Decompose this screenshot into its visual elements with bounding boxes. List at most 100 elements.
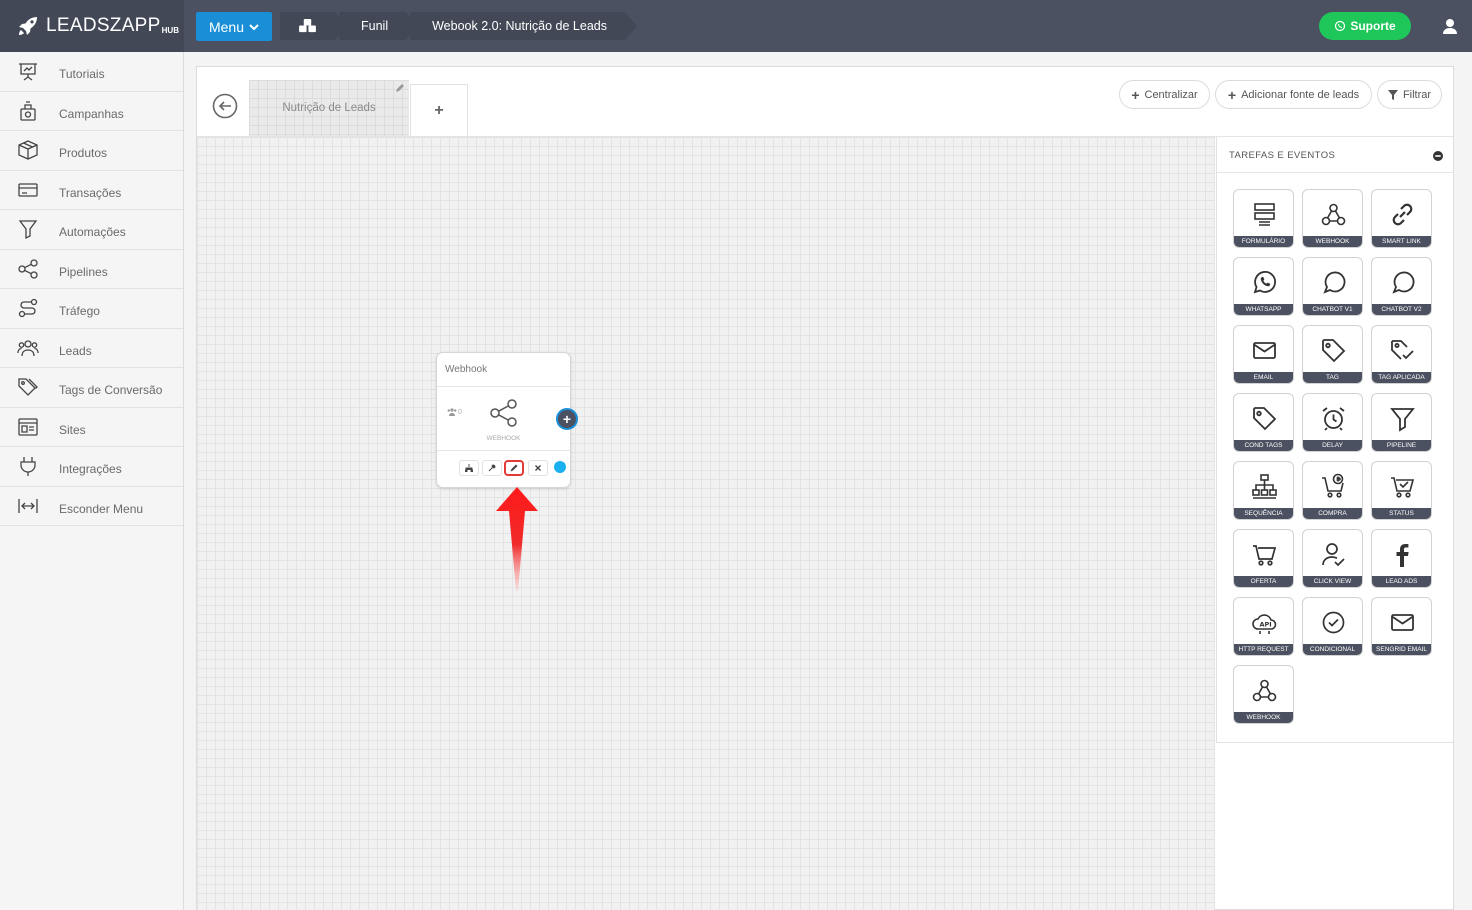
node-actions [437,450,570,487]
sidebar-item-integracoes[interactable]: Integrações [0,447,183,487]
task-status[interactable]: STATUS [1371,461,1432,520]
task-label: TAG APLICADA [1372,372,1431,383]
support-button[interactable]: Suporte [1319,12,1411,40]
task-label: WEBHOOK [1303,236,1362,247]
funnel-toolbar: Nutrição de Leads + + Centralizar + Adic… [197,67,1453,137]
task-label: TAG [1303,372,1362,383]
task-oferta[interactable]: OFERTA [1233,529,1294,588]
filter-button[interactable]: Filtrar [1377,80,1442,109]
breadcrumb-current[interactable]: Webook 2.0: Nutrição de Leads [410,12,637,40]
node-settings-button[interactable] [482,460,502,476]
tag-icon [1322,339,1346,363]
task-delay[interactable]: DELAY [1302,393,1363,452]
breadcrumb-funnel[interactable]: Funil [339,12,419,40]
sidebar-item-campanhas[interactable]: Campanhas [0,92,183,131]
webhook-icon [1321,203,1346,226]
task-webhook-2[interactable]: WEBHOOK [1233,665,1294,724]
sidebar-item-label: Integrações [59,462,122,477]
task-tag[interactable]: TAG [1302,325,1363,384]
pencil-icon [510,464,518,472]
sidebar-item-label: Pipelines [59,264,108,279]
task-click-view[interactable]: CLICK VIEW [1302,529,1363,588]
sidebar-item-trafego[interactable]: Tráfego [0,289,183,329]
funnel-icon [1390,408,1415,432]
node-status-indicator [554,461,566,473]
task-label: PIPELINE [1372,440,1431,451]
svg-text:API: API [1260,621,1272,629]
users-icon [447,408,457,416]
sidebar-item-tags-de-conversao[interactable]: Tags de Conversão [0,368,183,408]
user-icon[interactable] [1442,18,1458,34]
task-label: SMART LINK [1372,236,1431,247]
task-http-request[interactable]: API HTTP REQUEST [1233,597,1294,656]
task-label: HTTP REQUEST [1234,644,1293,655]
sidebar-item-automacoes[interactable]: Automações [0,210,183,250]
add-tab-button[interactable]: + [410,84,468,136]
task-condicional[interactable]: CONDICIONAL [1302,597,1363,656]
add-connection-button[interactable]: + [556,408,578,430]
task-compra[interactable]: COMPRA [1302,461,1363,520]
funnel-editor: Nutrição de Leads + + Centralizar + Adic… [196,66,1454,910]
pencil-icon[interactable] [395,83,405,93]
task-pipeline[interactable]: PIPELINE [1371,393,1432,452]
sidebar-item-pipelines[interactable]: Pipelines [0,250,183,289]
task-tag-aplicada[interactable]: TAG APLICADA [1371,325,1432,384]
task-chatbot-v1[interactable]: CHATBOT V1 [1302,257,1363,316]
task-label: OFERTA [1234,576,1293,587]
share-icon [18,259,38,279]
sidebar-item-produtos[interactable]: Produtos [0,131,183,171]
plug-icon [20,457,36,477]
webhook-node[interactable]: Webhook 0 WEBHOOK + [436,352,578,488]
brand-name: LEADSZAPP [46,15,161,36]
task-webhook[interactable]: WEBHOOK [1302,189,1363,248]
node-stats-button[interactable] [459,460,479,476]
center-button[interactable]: + Centralizar [1119,80,1210,109]
sidebar-item-leads[interactable]: Leads [0,329,183,368]
support-label: Suporte [1350,19,1396,33]
task-label: WEBHOOK [1234,712,1293,723]
sitemap-icon [465,464,473,472]
task-whatsapp[interactable]: WHATSAPP [1233,257,1294,316]
tab-nutricao-de-leads[interactable]: Nutrição de Leads [249,80,409,136]
sidebar-item-label: Leads [59,343,92,358]
brand-suffix: HUB [161,26,179,35]
task-chatbot-v2[interactable]: CHATBOT V2 [1371,257,1432,316]
sidebar-item-sites[interactable]: Sites [0,408,183,447]
sidebar-item-esconder-menu[interactable]: Esconder Menu [0,487,183,526]
brand-logo[interactable]: LEADSZAPP HUB [0,0,184,52]
task-sequencia[interactable]: SEQUÊNCIA [1233,461,1294,520]
sidebar-item-label: Automações [59,225,126,240]
link-icon [1392,203,1413,226]
chat-bubble-icon [1392,271,1415,294]
sidebar-item-tutoriais[interactable]: Tutoriais [0,52,183,92]
task-formulario[interactable]: FORMULÁRIO [1233,189,1294,248]
task-label: COND TAGS [1234,440,1293,451]
menu-button-label: Menu [208,18,245,35]
task-smart-link[interactable]: SMART LINK [1371,189,1432,248]
breadcrumb-home[interactable] [280,12,347,40]
form-icon [1254,203,1275,226]
node-edit-button[interactable] [504,460,524,476]
facebook-icon [1396,544,1409,567]
back-arrow-icon[interactable] [212,93,238,119]
campaign-icon [20,101,36,121]
flow-canvas[interactable]: Webhook 0 WEBHOOK + [197,137,1215,910]
tag-icon [1253,407,1277,431]
filter-icon [1387,89,1398,100]
sitemap-icon [1252,474,1277,499]
task-sendgrid-email[interactable]: SENGRID EMAIL [1371,597,1432,656]
add-lead-source-button[interactable]: + Adicionar fonte de leads [1215,80,1372,109]
sidebar-item-label: Transações [59,185,122,200]
tasks-divider [1217,172,1454,173]
task-cond-tags[interactable]: COND TAGS [1233,393,1294,452]
sidebar-item-transacoes[interactable]: Transações [0,171,183,210]
task-email[interactable]: EMAIL [1233,325,1294,384]
close-icon [535,465,541,471]
minus-circle-icon[interactable] [1433,151,1443,161]
task-label: SENGRID EMAIL [1372,644,1431,655]
menu-button[interactable]: Menu [196,12,272,41]
website-icon [18,418,38,436]
node-delete-button[interactable] [528,460,548,476]
task-lead-ads[interactable]: LEAD ADS [1371,529,1432,588]
center-button-label: Centralizar [1144,88,1198,101]
